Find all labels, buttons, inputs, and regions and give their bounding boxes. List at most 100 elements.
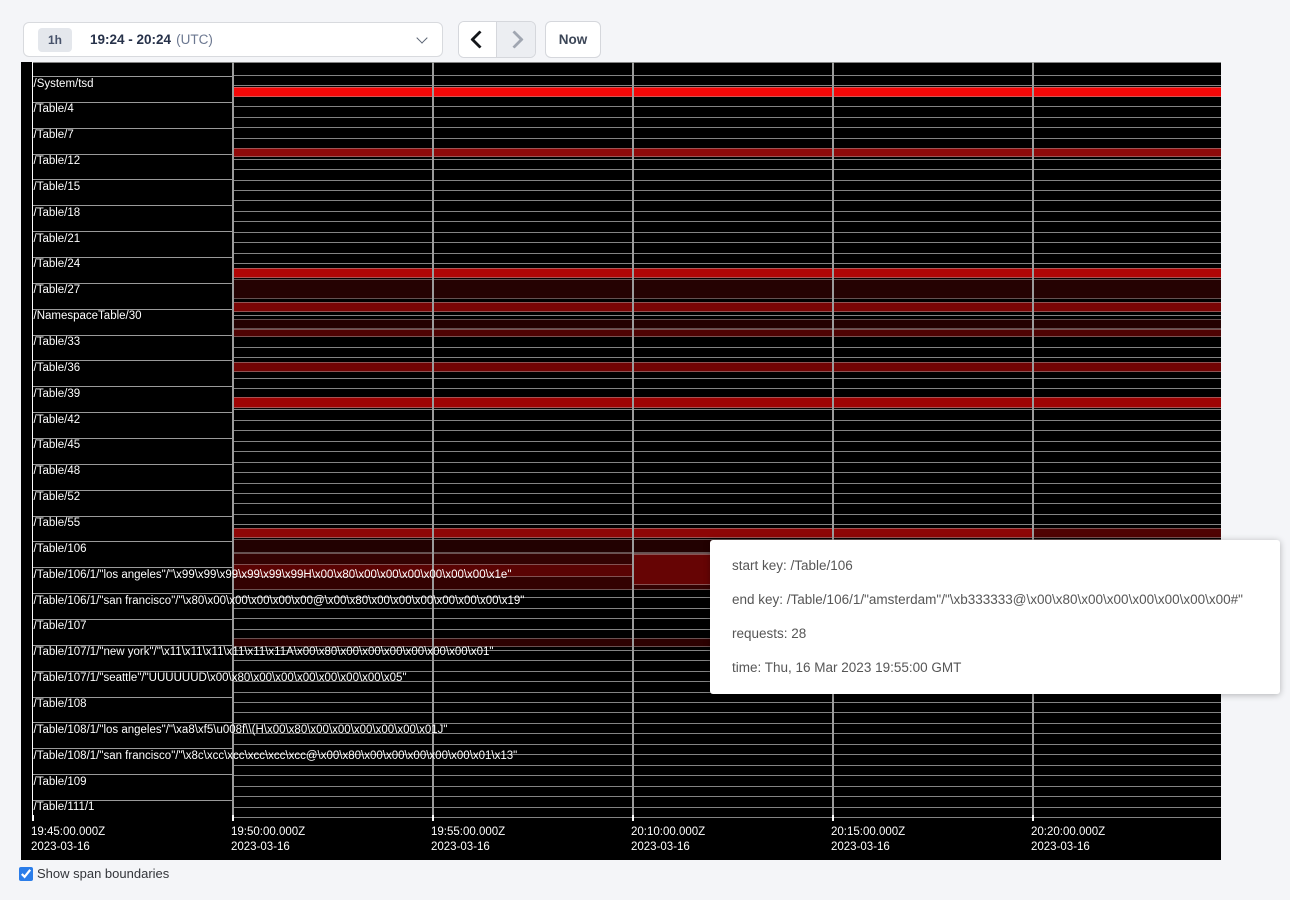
grid-line-h xyxy=(232,357,1221,358)
tooltip-requests: requests: 28 xyxy=(732,627,1258,641)
span-label: /Table/52 xyxy=(34,491,81,503)
heat-band[interactable] xyxy=(232,319,1221,329)
grid-line-h xyxy=(232,503,1221,504)
grid-line-h xyxy=(232,472,1221,473)
grid-line-h xyxy=(232,430,1221,431)
grid-line-h xyxy=(232,786,1221,787)
x-axis-tick xyxy=(232,815,234,821)
heat-band[interactable] xyxy=(232,329,1221,337)
heat-band[interactable] xyxy=(232,87,1221,97)
grid-line-h xyxy=(232,712,1221,713)
span-label: /Table/107/1/"seattle"/"UUUUUUD\x00\x80\… xyxy=(34,672,407,684)
x-axis-time: 20:10:00.000Z xyxy=(631,825,705,840)
hover-tooltip: start key: /Table/106 end key: /Table/10… xyxy=(710,540,1280,694)
grid-line-h xyxy=(232,409,1221,410)
span-label: /Table/12 xyxy=(34,155,81,167)
grid-line-h xyxy=(232,817,1221,818)
grid-line-h xyxy=(232,221,1221,222)
time-range-select[interactable]: 1h 19:24 - 20:24 (UTC) xyxy=(23,22,443,57)
grid-line-h xyxy=(32,722,233,723)
next-time-button[interactable] xyxy=(497,22,535,57)
x-axis-tick-label: 19:50:00.000Z2023-03-16 xyxy=(231,825,305,855)
grid-line-v xyxy=(432,62,434,820)
x-axis-time: 19:50:00.000Z xyxy=(231,825,305,840)
span-label: /Table/108/1/"san francisco"/"\x8c\xcc\x… xyxy=(34,750,518,762)
span-boundaries-checkbox[interactable] xyxy=(19,867,33,881)
grid-line-h xyxy=(232,180,1221,181)
span-label: /Table/42 xyxy=(34,414,81,426)
chevron-down-icon xyxy=(416,32,427,43)
grid-line-h xyxy=(232,211,1221,212)
span-label: /Table/106/1/"san francisco"/"\x80\x00\x… xyxy=(34,595,525,607)
grid-line-h xyxy=(232,451,1221,452)
tooltip-start-key: start key: /Table/106 xyxy=(732,559,1258,573)
span-label: /Table/108/1/"los angeles"/"\xa8\xf5\u00… xyxy=(34,724,448,736)
span-label: /Table/106 xyxy=(34,543,87,555)
x-axis-tick-label: 20:20:00.000Z2023-03-16 xyxy=(1031,825,1105,855)
span-label: /Table/21 xyxy=(34,233,81,245)
x-axis-tick-label: 20:10:00.000Z2023-03-16 xyxy=(631,825,705,855)
grid-line-h xyxy=(232,441,1221,442)
footer-row: Show span boundaries xyxy=(19,866,169,881)
x-axis-time: 20:20:00.000Z xyxy=(1031,825,1105,840)
span-label: /System/tsd xyxy=(34,78,94,90)
x-axis-tick xyxy=(32,815,34,821)
x-axis-tick xyxy=(632,815,634,821)
grid-line-h xyxy=(232,85,1221,86)
grid-line-h xyxy=(232,514,1221,515)
grid-line-h xyxy=(232,775,1221,776)
tooltip-end-key: end key: /Table/106/1/"amsterdam"/"\xb33… xyxy=(732,593,1258,607)
x-axis-tick xyxy=(1032,815,1034,821)
x-axis-time: 19:45:00.000Z xyxy=(31,825,105,840)
heat-band[interactable] xyxy=(232,268,1221,278)
tooltip-time: time: Thu, 16 Mar 2023 19:55:00 GMT xyxy=(732,661,1258,675)
grid-line-h xyxy=(232,200,1221,201)
grid-line-h xyxy=(232,483,1221,484)
span-label: /Table/24 xyxy=(34,258,81,270)
x-axis-tick xyxy=(432,815,434,821)
heat-band[interactable] xyxy=(232,279,1221,299)
x-axis-time: 19:55:00.000Z xyxy=(431,825,505,840)
time-preset-badge: 1h xyxy=(38,28,72,52)
span-label: /Table/55 xyxy=(34,517,81,529)
x-axis-date: 2023-03-16 xyxy=(1031,840,1105,855)
grid-line-h xyxy=(32,541,233,542)
grid-line-h xyxy=(232,765,1221,766)
grid-line-h xyxy=(232,524,1221,525)
span-label: /Table/7 xyxy=(34,129,74,141)
timezone-label: (UTC) xyxy=(176,32,213,47)
chevron-right-icon xyxy=(505,30,523,48)
grid-line-h xyxy=(232,315,1221,316)
grid-line-h xyxy=(232,807,1221,808)
grid-line-v xyxy=(632,62,634,820)
span-label: /Table/15 xyxy=(34,181,81,193)
grid-line-v xyxy=(832,62,834,820)
span-label: /NamespaceTable/30 xyxy=(34,310,142,322)
heat-band[interactable] xyxy=(1032,528,1221,538)
span-label: /Table/18 xyxy=(34,207,81,219)
prev-time-button[interactable] xyxy=(459,22,497,57)
grid-line-h xyxy=(232,253,1221,254)
heat-band[interactable] xyxy=(232,302,1221,312)
heat-band[interactable] xyxy=(232,148,1221,157)
grid-line-h xyxy=(232,347,1221,348)
span-label: /Table/36 xyxy=(34,362,81,374)
grid-line-h xyxy=(232,106,1221,107)
heat-band[interactable] xyxy=(232,397,1221,408)
now-button[interactable]: Now xyxy=(545,21,601,58)
chevron-left-icon xyxy=(470,30,488,48)
x-axis-date: 2023-03-16 xyxy=(631,840,705,855)
heat-band[interactable] xyxy=(232,362,1221,372)
x-axis-time: 20:15:00.000Z xyxy=(831,825,905,840)
grid-line-h xyxy=(232,420,1221,421)
x-axis-tick-label: 19:55:00.000Z2023-03-16 xyxy=(431,825,505,855)
x-axis-tick-label: 20:15:00.000Z2023-03-16 xyxy=(831,825,905,855)
grid-line-h xyxy=(232,388,1221,389)
grid-line-h xyxy=(232,493,1221,494)
span-label: /Table/106/1/"los angeles"/"\x99\x99\x99… xyxy=(34,569,512,581)
keyvis-canvas[interactable]: /System/tsd/Table/4/Table/7/Table/12/Tab… xyxy=(21,62,1221,860)
time-nav-group xyxy=(458,21,536,58)
grid-line-v xyxy=(1032,62,1034,820)
grid-line-h xyxy=(232,702,1221,703)
x-axis-date: 2023-03-16 xyxy=(431,840,505,855)
